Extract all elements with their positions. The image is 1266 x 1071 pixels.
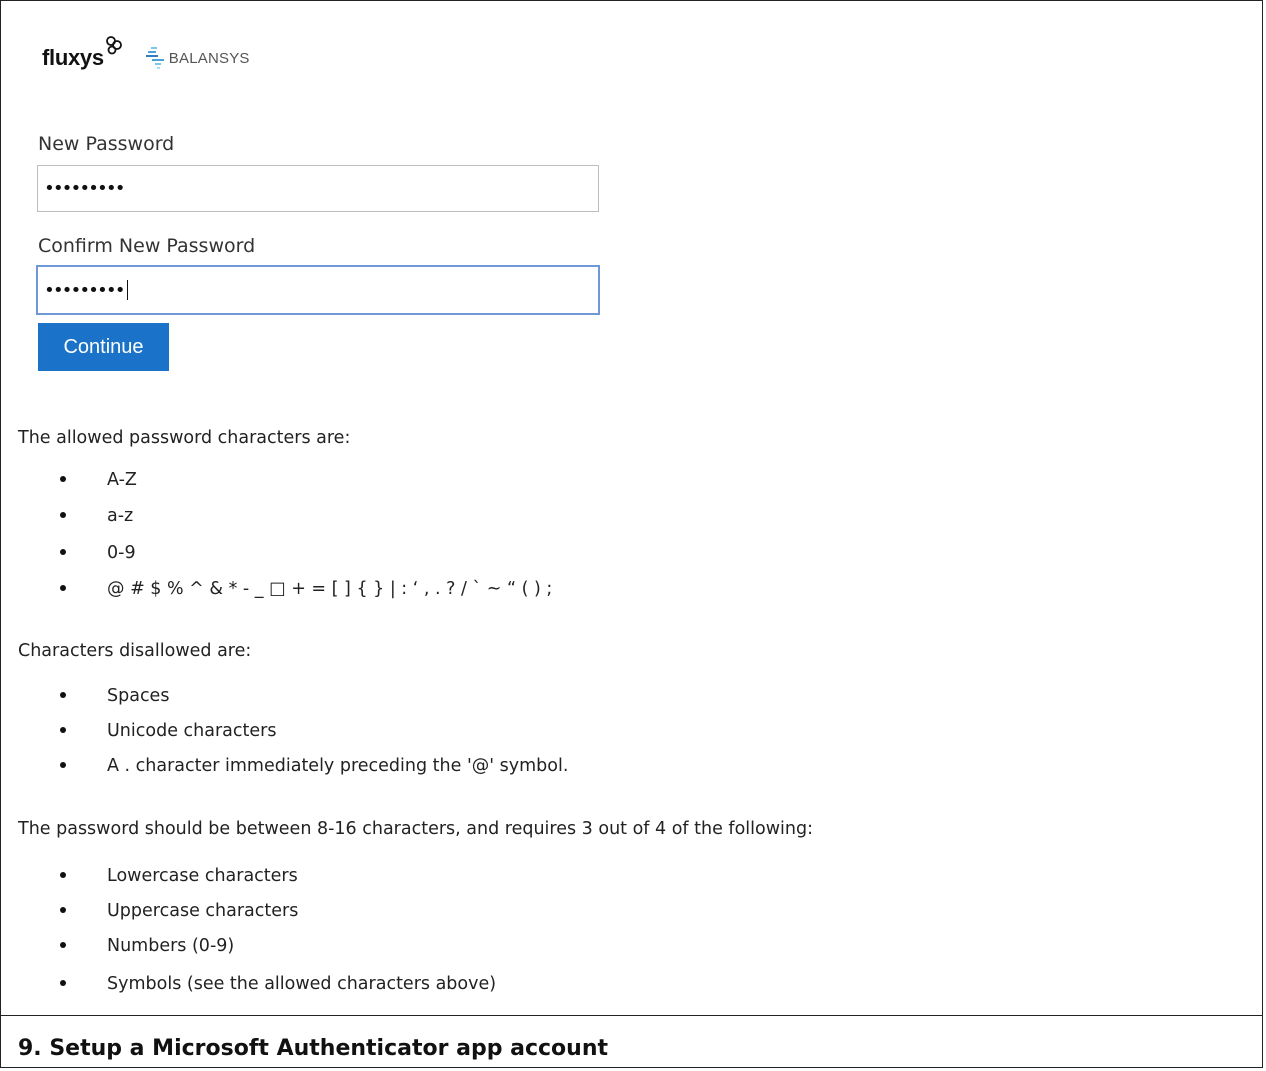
balansys-wordmark: BALANSYS — [168, 49, 250, 67]
disallowed-intro: Characters disallowed are: — [18, 641, 252, 661]
bullet-icon — [60, 942, 66, 948]
section-divider — [0, 1015, 1263, 1016]
allowed-intro: The allowed password characters are: — [18, 428, 351, 448]
new-password-field[interactable]: ••••••••• — [37, 165, 599, 212]
bullet-icon — [60, 476, 66, 482]
balansys-logo-mark-icon — [145, 47, 164, 69]
bullet-icon — [60, 692, 66, 698]
text-caret — [126, 280, 129, 300]
requirements-intro: The password should be between 8-16 char… — [18, 819, 814, 839]
bullet-icon — [60, 872, 66, 878]
logo-bar: fluxys BALANSYS — [42, 36, 250, 78]
confirm-password-label: Confirm New Password — [38, 235, 256, 257]
list-item: A . character immediately preceding the … — [60, 756, 568, 776]
confirm-password-field[interactable]: ••••••••• — [36, 265, 600, 315]
bullet-icon — [60, 762, 66, 768]
list-item: Spaces — [60, 686, 169, 706]
fluxys-logo: fluxys — [42, 36, 123, 71]
continue-button[interactable]: Continue — [38, 323, 169, 371]
list-item: Symbols (see the allowed characters abov… — [60, 974, 496, 994]
section-heading: 9. Setup a Microsoft Authenticator app a… — [18, 1036, 608, 1061]
bullet-icon — [60, 907, 66, 913]
list-item: Numbers (0-9) — [60, 936, 234, 956]
bullet-icon — [60, 980, 66, 986]
confirm-password-value: ••••••••• — [44, 279, 126, 301]
list-item: A-Z — [60, 470, 137, 490]
balansys-logo: BALANSYS — [145, 44, 250, 72]
bullet-icon — [60, 585, 66, 591]
list-item: a-z — [60, 506, 133, 526]
list-item: 0-9 — [60, 543, 136, 563]
fluxys-logo-mark-icon — [105, 36, 122, 55]
list-item: Uppercase characters — [60, 901, 298, 921]
bullet-icon — [60, 549, 66, 555]
list-item: @ # $ % ^ & * - _ □ + = [ ] { } | : ‘ , … — [60, 579, 552, 599]
new-password-value: ••••••••• — [44, 178, 126, 199]
bullet-icon — [60, 512, 66, 518]
list-item: Lowercase characters — [60, 866, 298, 886]
bullet-icon — [60, 727, 66, 733]
list-item: Unicode characters — [60, 721, 276, 741]
new-password-label: New Password — [38, 133, 175, 155]
